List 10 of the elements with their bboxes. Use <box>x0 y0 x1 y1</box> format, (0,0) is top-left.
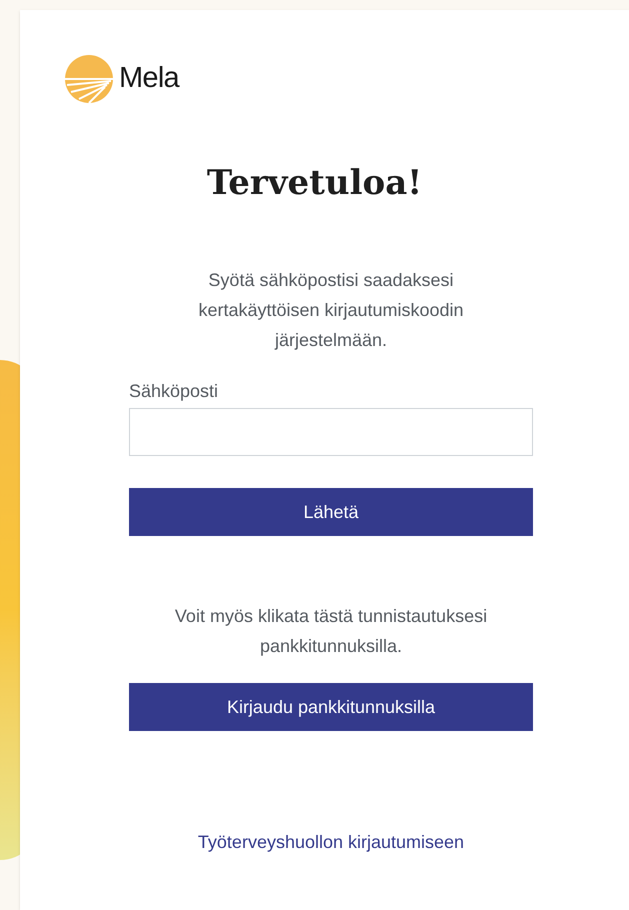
submit-button[interactable]: Lähetä <box>129 488 533 536</box>
bank-login-text: Voit myös klikata tästä tunnistautuksesi pankkitunnuksilla. <box>174 605 488 658</box>
email-input[interactable] <box>129 408 533 456</box>
occupational-health-login-link[interactable]: Työterveyshuollon kirjautumiseen <box>129 829 533 856</box>
sun-logo-icon <box>65 55 113 103</box>
intro-text: Syötä sähköpostisi saadaksesi kertakäyttöisen kirjautumiskoodin järjestelmään. <box>197 269 465 352</box>
email-label: Sähköposti <box>129 380 220 403</box>
bank-login-button[interactable]: Kirjaudu pankkitunnuksilla <box>129 683 533 731</box>
logo-text: Mela <box>119 61 179 96</box>
page-heading: Tervetuloa! <box>206 162 424 205</box>
